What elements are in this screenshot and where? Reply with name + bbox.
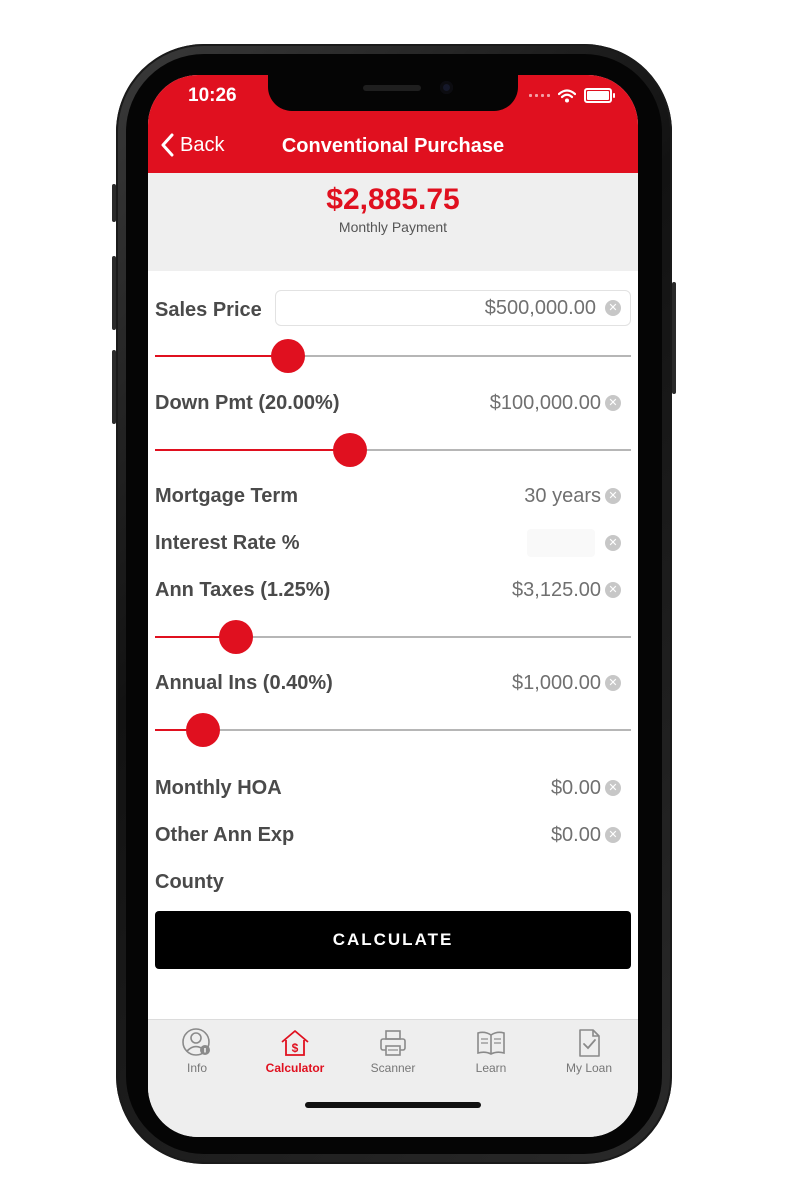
interest-rate-label: Interest Rate % — [155, 532, 300, 554]
down-payment-row: Down Pmt (20.00%) $100,000.00 ✕ — [155, 385, 631, 421]
document-check-icon — [579, 1029, 600, 1057]
svg-text:$: $ — [292, 1041, 299, 1055]
volume-up-button — [112, 256, 116, 330]
slider-track — [155, 729, 631, 731]
tab-info[interactable]: Info — [148, 1028, 246, 1075]
tab-my-loan[interactable]: My Loan — [540, 1028, 638, 1075]
monthly-payment-amount: $2,885.75 — [326, 183, 460, 216]
clear-icon[interactable]: ✕ — [605, 780, 621, 796]
annual-taxes-slider[interactable] — [155, 620, 631, 654]
clear-icon[interactable]: ✕ — [605, 535, 621, 551]
tab-learn[interactable]: Learn — [442, 1028, 540, 1075]
clear-icon[interactable]: ✕ — [605, 300, 621, 316]
other-annual-expenses-row: Other Ann Exp $0.00 ✕ — [155, 817, 631, 853]
mortgage-term-value[interactable]: 30 years — [524, 478, 601, 514]
clear-icon[interactable]: ✕ — [605, 582, 621, 598]
person-info-icon — [182, 1028, 210, 1056]
clear-icon[interactable]: ✕ — [605, 395, 621, 411]
tab-bar: Info $ Calculator Scanner Learn My Loan — [148, 1019, 638, 1137]
down-payment-value[interactable]: $100,000.00 — [490, 385, 601, 421]
status-time: 10:26 — [188, 85, 237, 106]
annual-insurance-label: Annual Ins (0.40%) — [155, 672, 333, 694]
tab-calculator[interactable]: $ Calculator — [246, 1028, 344, 1075]
tab-label: Learn — [475, 1061, 507, 1075]
annual-insurance-row: Annual Ins (0.40%) $1,000.00 ✕ — [155, 665, 631, 701]
calculate-button[interactable]: CALCULATE — [155, 911, 631, 969]
slider-thumb[interactable] — [185, 713, 220, 747]
sales-price-label: Sales Price — [155, 299, 262, 321]
payment-summary: $2,885.75 Monthly Payment — [148, 173, 638, 271]
mute-switch — [112, 184, 116, 222]
slider-fill — [155, 355, 289, 357]
book-icon — [477, 1031, 505, 1055]
sales-price-row: Sales Price $500,000.00 ✕ — [155, 290, 631, 328]
other-annual-expenses-value[interactable]: $0.00 — [551, 817, 601, 853]
annual-insurance-value[interactable]: $1,000.00 — [512, 665, 601, 701]
wifi-icon — [558, 88, 576, 102]
battery-icon — [584, 88, 615, 103]
scanner-icon — [380, 1030, 406, 1056]
mortgage-term-row: Mortgage Term 30 years ✕ — [155, 478, 631, 514]
front-camera — [440, 81, 453, 94]
monthly-hoa-value[interactable]: $0.00 — [551, 770, 601, 806]
app-screen: 10:26 Back Conventional Purchase $2,885.… — [148, 75, 638, 1137]
interest-rate-row: Interest Rate % ✕ — [155, 525, 631, 561]
slider-thumb[interactable] — [271, 339, 306, 373]
slider-thumb[interactable] — [218, 620, 253, 654]
house-dollar-icon: $ — [281, 1030, 309, 1056]
annual-taxes-value[interactable]: $3,125.00 — [512, 572, 601, 608]
sales-price-input[interactable]: $500,000.00 ✕ — [275, 290, 631, 326]
monthly-hoa-row: Monthly HOA $0.00 ✕ — [155, 770, 631, 806]
speaker — [363, 85, 421, 91]
tab-scanner[interactable]: Scanner — [344, 1028, 442, 1075]
mortgage-term-label: Mortgage Term — [155, 485, 298, 507]
clear-icon[interactable]: ✕ — [605, 488, 621, 504]
interest-rate-input[interactable] — [527, 529, 595, 557]
annual-taxes-row: Ann Taxes (1.25%) $3,125.00 ✕ — [155, 572, 631, 608]
monthly-hoa-label: Monthly HOA — [155, 777, 282, 799]
monthly-payment-label: Monthly Payment — [338, 219, 448, 235]
other-annual-expenses-label: Other Ann Exp — [155, 824, 295, 846]
tab-label: Scanner — [370, 1061, 416, 1075]
county-label: County — [155, 871, 224, 893]
sales-price-slider[interactable] — [155, 339, 631, 373]
signal-icon — [529, 94, 550, 97]
home-indicator — [305, 1102, 481, 1108]
tab-label: Info — [186, 1061, 207, 1075]
down-payment-label: Down Pmt (20.00%) — [155, 392, 340, 414]
sales-price-value: $500,000.00 — [484, 297, 596, 319]
notch — [268, 75, 518, 111]
slider-fill — [155, 449, 351, 451]
down-payment-slider[interactable] — [155, 433, 631, 467]
slider-thumb[interactable] — [333, 433, 368, 467]
annual-insurance-slider[interactable] — [155, 713, 631, 747]
clear-icon[interactable]: ✕ — [605, 675, 621, 691]
power-button — [672, 282, 676, 394]
tab-label: My Loan — [565, 1061, 613, 1075]
tab-label: Calculator — [265, 1061, 325, 1075]
status-icons — [529, 88, 615, 103]
page-title: Conventional Purchase — [281, 135, 505, 157]
county-row[interactable]: County — [155, 864, 631, 900]
volume-down-button — [112, 350, 116, 424]
annual-taxes-label: Ann Taxes (1.25%) — [155, 579, 331, 601]
clear-icon[interactable]: ✕ — [605, 827, 621, 843]
